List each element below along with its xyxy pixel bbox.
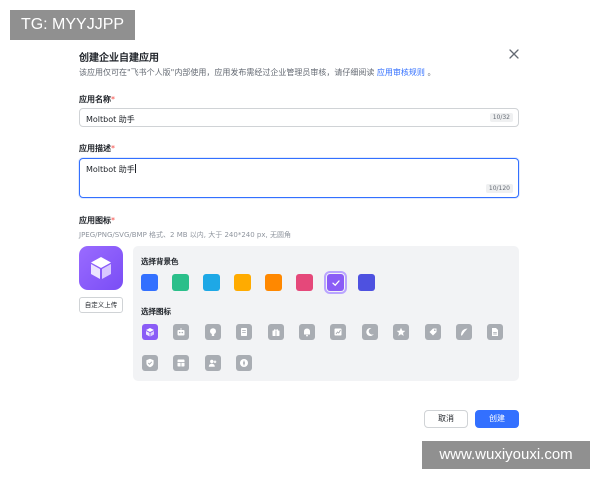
text-caret [134, 164, 136, 173]
star-icon[interactable] [393, 324, 410, 340]
background-color-swatch[interactable] [358, 274, 375, 291]
app-description-label: 应用描述* [79, 143, 115, 154]
background-color-swatch[interactable] [234, 274, 251, 291]
shield-check-icon[interactable] [142, 355, 158, 371]
app-icon-label: 应用图标* [79, 215, 115, 226]
app-description-value: Moltbot 助手 [86, 164, 136, 175]
create-button[interactable]: 创建 [475, 410, 519, 428]
dialog-title: 创建企业自建应用 [79, 53, 159, 64]
background-color-swatch[interactable] [324, 271, 347, 294]
check-icon [327, 274, 344, 291]
bell-icon[interactable] [299, 324, 315, 340]
icon-picker-label: 选择图标 [141, 307, 171, 316]
background-color-swatch[interactable] [172, 274, 189, 291]
chart-icon[interactable] [330, 324, 347, 340]
watermark-bottom-right: www.wuxiyouxi.com [422, 441, 590, 469]
description-text: 该应用仅可在"飞书个人版"内部使用，应用发布需经过企业管理员审核，请仔细阅读 [79, 68, 375, 77]
icon-style-panel [133, 246, 519, 381]
description-end: 。 [427, 68, 436, 77]
background-color-swatch[interactable] [296, 274, 313, 291]
moon-icon[interactable] [361, 324, 378, 340]
users-icon[interactable] [204, 355, 221, 371]
app-description-counter: 10/120 [485, 184, 513, 193]
feather-icon[interactable] [456, 324, 472, 340]
app-name-label-text: 应用名称 [79, 95, 111, 104]
cube-icon[interactable] [142, 324, 158, 340]
app-name-counter: 10/32 [489, 113, 513, 122]
cancel-button[interactable]: 取消 [424, 410, 468, 428]
background-color-label: 选择背景色 [141, 257, 179, 266]
app-name-label: 应用名称* [79, 94, 115, 105]
watermark-top-left: TG: MYYJJPP [10, 10, 135, 40]
app-icon-label-text: 应用图标 [79, 216, 111, 225]
close-icon[interactable] [506, 46, 522, 62]
background-color-swatch[interactable] [141, 274, 158, 291]
app-description-label-text: 应用描述 [79, 144, 111, 153]
tag-icon[interactable] [424, 324, 441, 340]
required-mark: * [111, 216, 115, 225]
file-icon[interactable] [487, 324, 504, 340]
app-description-text: Moltbot 助手 [86, 165, 135, 174]
app-name-input[interactable]: Moltbot 助手 10/32 [79, 108, 519, 127]
background-color-swatch[interactable] [265, 274, 282, 291]
bulb-icon[interactable] [204, 324, 221, 340]
custom-upload-button[interactable]: 自定义上传 [79, 297, 123, 313]
review-rules-link[interactable]: 应用审核规则 [377, 68, 425, 77]
app-description-textarea[interactable]: Moltbot 助手 10/120 [79, 158, 519, 198]
compass-icon[interactable] [236, 355, 253, 371]
gift-icon[interactable] [267, 324, 284, 340]
cube-icon [91, 257, 111, 279]
robot-icon[interactable] [173, 324, 190, 340]
app-icon-preview [79, 246, 123, 290]
required-mark: * [111, 144, 115, 153]
app-name-value: Moltbot 助手 [86, 115, 135, 124]
app-icon-hint: JPEG/PNG/SVG/BMP 格式、2 MB 以内, 大于 240*240 … [79, 231, 291, 239]
document-icon[interactable] [236, 324, 253, 340]
dialog-description: 该应用仅可在"飞书个人版"内部使用，应用发布需经过企业管理员审核，请仔细阅读 应… [79, 67, 435, 78]
background-color-swatch[interactable] [203, 274, 220, 291]
layout-icon[interactable] [173, 355, 190, 371]
required-mark: * [111, 95, 115, 104]
